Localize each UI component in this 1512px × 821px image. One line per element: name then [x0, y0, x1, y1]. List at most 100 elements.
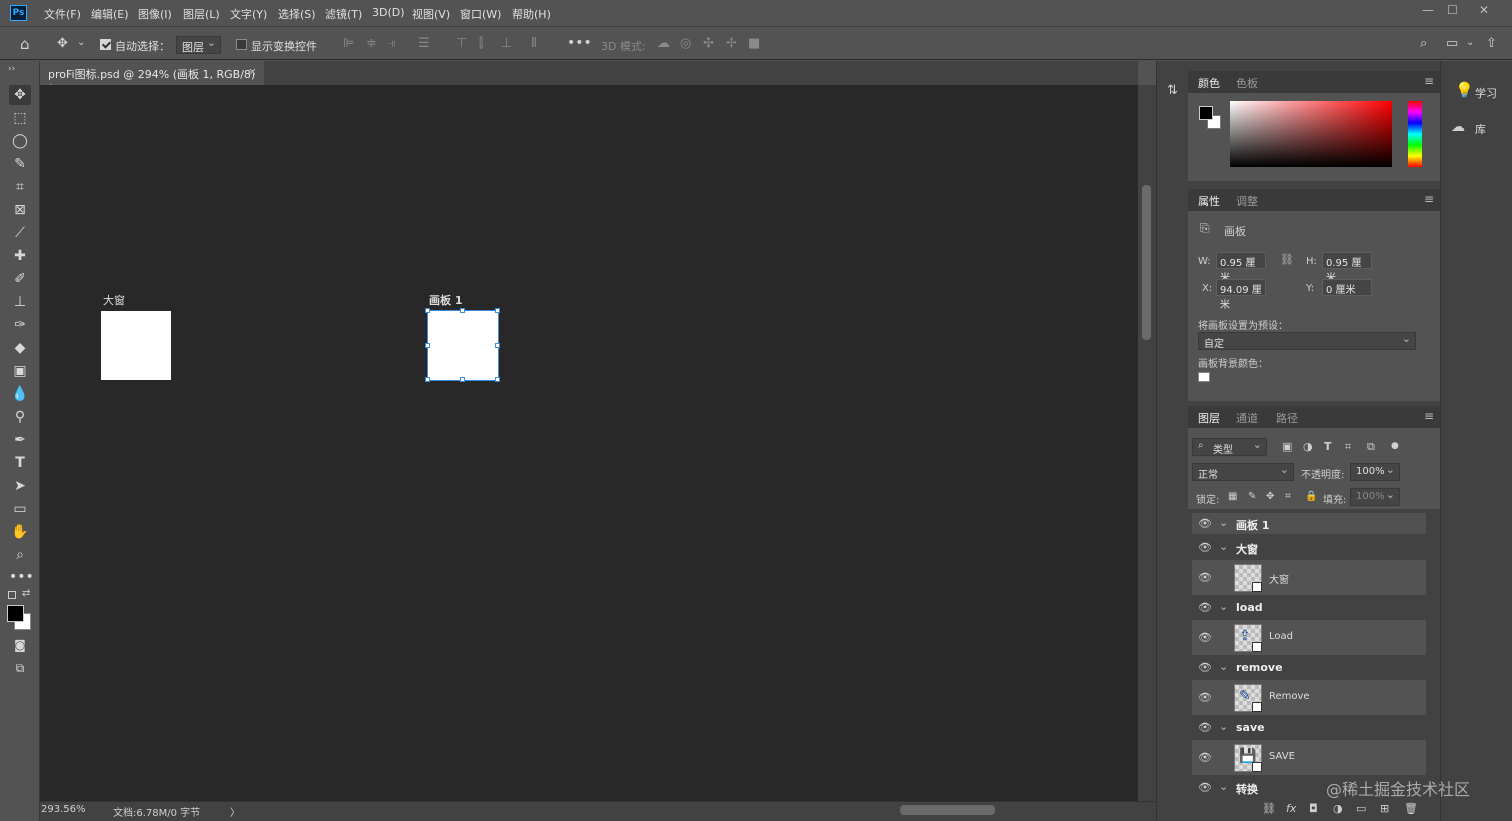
stamp-tool-icon[interactable]: ⊥ [9, 292, 31, 312]
visibility-eye-icon[interactable]: 👁 [1198, 541, 1212, 554]
3d-roll-icon[interactable]: ◎ [680, 37, 691, 51]
menu-type[interactable]: 文字(Y) [230, 6, 267, 22]
tab-layers[interactable]: 图层 [1198, 410, 1220, 426]
transform-handle[interactable] [460, 377, 465, 382]
transform-handle[interactable] [460, 308, 465, 313]
width-field[interactable]: 0.95 厘米 [1216, 252, 1266, 284]
workspace-icon[interactable]: ▭ [1446, 37, 1458, 51]
chevron-down-icon[interactable]: ⌄ [1219, 720, 1228, 733]
blur-tool-icon[interactable]: 💧 [9, 384, 31, 404]
pen-tool-icon[interactable]: ✒ [9, 430, 31, 450]
brush-tool-icon[interactable]: ✐ [9, 269, 31, 289]
collapse-icon[interactable]: ›› [8, 62, 15, 76]
marquee-tool-icon[interactable]: ⬚ [9, 108, 31, 128]
crop-tool-icon[interactable]: ⌗ [9, 177, 31, 197]
more-options-icon[interactable]: ••• [567, 36, 592, 50]
more-tools-icon[interactable]: ••• [9, 567, 34, 587]
3d-camera-icon[interactable]: ■ [748, 37, 760, 51]
hue-slider[interactable] [1408, 101, 1422, 167]
align-right-icon[interactable]: ⫣ [388, 37, 396, 51]
chevron-down-icon[interactable]: ⌄ [1219, 600, 1228, 613]
lock-pixels-icon[interactable]: ✎ [1248, 490, 1256, 504]
libraries-icon[interactable]: ☁ [1451, 120, 1465, 134]
search-icon[interactable]: ⌕ [1420, 37, 1427, 51]
layer-group-row[interactable]: 👁 ⌄ remove [1192, 657, 1426, 679]
filter-smart-object-icon[interactable]: ⧉ [1367, 440, 1375, 454]
panel-menu-icon[interactable]: ≡ [1424, 74, 1434, 88]
visibility-eye-icon[interactable]: 👁 [1198, 661, 1212, 674]
menu-select[interactable]: 选择(S) [278, 6, 316, 22]
add-mask-icon[interactable]: ◘ [1309, 802, 1318, 816]
layer-row[interactable]: 👁 ⇪ Load [1192, 620, 1426, 656]
path-select-tool-icon[interactable]: ➤ [9, 476, 31, 496]
visibility-eye-icon[interactable]: 👁 [1198, 781, 1212, 794]
visibility-eye-icon[interactable]: 👁 [1198, 517, 1212, 530]
quick-mask-icon[interactable]: ◙ [9, 635, 31, 655]
artboard-1[interactable] [427, 310, 499, 381]
zoom-tool-icon[interactable]: ⌕ [9, 545, 31, 565]
visibility-eye-icon[interactable]: 👁 [1198, 721, 1212, 734]
transform-handle[interactable] [495, 377, 500, 382]
foreground-color-swatch[interactable] [7, 605, 24, 622]
chevron-down-icon[interactable]: ⌄ [1466, 36, 1474, 50]
filter-type-icon[interactable]: T [1324, 440, 1332, 454]
default-colors-icon[interactable] [8, 591, 16, 599]
type-tool-icon[interactable]: T [9, 453, 31, 473]
libraries-label[interactable]: 库 [1475, 121, 1486, 137]
eraser-tool-icon[interactable]: ◆ [9, 338, 31, 358]
frame-tool-icon[interactable]: ⊠ [9, 200, 31, 220]
height-field[interactable]: 0.95 厘米 [1322, 252, 1372, 284]
layer-group-row[interactable]: 👁 ⌄ 大窗 [1192, 537, 1426, 559]
rectangle-tool-icon[interactable]: ▭ [9, 499, 31, 519]
fill-field[interactable]: 100% [1350, 488, 1400, 506]
adjustment-layer-icon[interactable]: ◑ [1333, 802, 1343, 816]
menu-3d[interactable]: 3D(D) [372, 6, 405, 19]
panel-menu-icon[interactable]: ≡ [1424, 409, 1434, 423]
menu-file[interactable]: 文件(F) [44, 6, 81, 22]
zoom-level[interactable]: 293.56% [41, 804, 86, 815]
tab-channels[interactable]: 通道 [1236, 410, 1258, 426]
transform-handle[interactable] [425, 377, 430, 382]
visibility-eye-icon[interactable]: 👁 [1198, 631, 1212, 644]
visibility-eye-icon[interactable]: 👁 [1198, 691, 1212, 704]
new-layer-icon[interactable]: ⊞ [1380, 802, 1389, 816]
tab-swatches[interactable]: 色板 [1236, 75, 1258, 91]
layer-group-row[interactable]: 👁 ⌄ save [1192, 717, 1426, 739]
foreground-color-swatch[interactable] [1199, 106, 1213, 120]
canvas-area[interactable]: 大窗 画板 1 [40, 85, 1138, 801]
layer-row[interactable]: 👁 大窗 [1192, 560, 1426, 596]
opacity-field[interactable]: 100% [1350, 463, 1400, 481]
menu-layer[interactable]: 图层(L) [183, 6, 220, 22]
tab-properties[interactable]: 属性 [1198, 193, 1220, 209]
swap-colors-icon[interactable]: ⇄ [22, 588, 30, 599]
menu-help[interactable]: 帮助(H) [512, 6, 551, 22]
history-brush-tool-icon[interactable]: ✑ [9, 315, 31, 335]
auto-select-target-select[interactable]: 图层 [176, 36, 221, 54]
preset-select[interactable]: 自定 [1198, 332, 1416, 350]
tab-adjustments[interactable]: 调整 [1236, 193, 1258, 209]
eyedropper-tool-icon[interactable]: ⟋ [9, 223, 31, 243]
lock-artboard-icon[interactable]: ⌗ [1285, 490, 1291, 504]
panel-menu-icon[interactable]: ≡ [1424, 192, 1434, 206]
x-field[interactable]: 94.09 厘米 [1216, 279, 1266, 311]
artboard-label[interactable]: 画板 1 [429, 292, 462, 308]
chevron-down-icon[interactable]: ⌄ [1219, 780, 1228, 793]
chevron-down-icon[interactable]: ⌄ [77, 36, 85, 50]
healing-tool-icon[interactable]: ✚ [9, 246, 31, 266]
menu-window[interactable]: 窗口(W) [460, 6, 501, 22]
move-tool-icon[interactable]: ✥ [57, 37, 68, 51]
auto-select-checkbox[interactable] [100, 39, 111, 50]
document-tab[interactable]: proFi图标.psd @ 294% (画板 1, RGB/8) * × [40, 61, 264, 95]
history-panel-icon[interactable]: ⇅ [1167, 84, 1178, 98]
show-transform-checkbox[interactable] [236, 39, 247, 50]
delete-layer-icon[interactable]: 🗑 [1404, 802, 1418, 816]
3d-pan-icon[interactable]: ✣ [703, 37, 714, 51]
maximize-button[interactable]: ☐ [1447, 3, 1458, 17]
y-field[interactable]: 0 厘米 [1322, 279, 1372, 296]
chevron-down-icon[interactable]: ⌄ [1219, 660, 1228, 673]
layer-row[interactable]: 👁 ✎ Remove [1192, 680, 1426, 716]
chevron-down-icon[interactable]: ⌄ [1219, 540, 1228, 553]
hand-tool-icon[interactable]: ✋ [9, 522, 31, 542]
new-group-icon[interactable]: ▭ [1356, 802, 1366, 816]
tab-paths[interactable]: 路径 [1276, 410, 1298, 426]
